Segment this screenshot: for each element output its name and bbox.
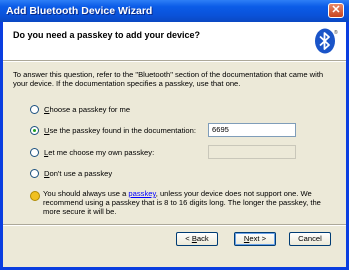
documentation-passkey-input[interactable]: 6695: [208, 123, 296, 137]
info-bulb-icon: [30, 191, 40, 201]
back-button[interactable]: < Back: [176, 232, 218, 246]
option-label: Use the passkey found in the documentati…: [44, 126, 196, 135]
option-label: Don't use a passkey: [44, 169, 113, 178]
bluetooth-icon: ®: [315, 28, 338, 54]
option-no-passkey[interactable]: Don't use a passkey: [30, 169, 112, 178]
option-choose-for-me[interactable]: Choose a passkey for me: [30, 105, 130, 114]
page-title: Do you need a passkey to add your device…: [13, 30, 201, 40]
radio-choose-for-me[interactable]: [30, 105, 39, 114]
wizard-window: Add Bluetooth Device Wizard ✕ Do you nee…: [0, 0, 349, 270]
radio-own-passkey[interactable]: [30, 148, 39, 157]
footer-divider: [3, 224, 346, 226]
wizard-body: Do you need a passkey to add your device…: [3, 22, 346, 267]
option-label: Let me choose my own passkey:: [44, 148, 155, 157]
header-divider: [3, 61, 346, 62]
wizard-header: Do you need a passkey to add your device…: [3, 22, 346, 61]
svg-text:®: ®: [334, 29, 338, 36]
passkey-recommendation: You should always use a passkey, unless …: [43, 189, 321, 216]
cancel-button[interactable]: Cancel: [289, 232, 331, 246]
window-title: Add Bluetooth Device Wizard: [6, 5, 153, 17]
close-button[interactable]: ✕: [328, 3, 344, 18]
own-passkey-input[interactable]: [208, 145, 296, 159]
instructions-text: To answer this question, refer to the "B…: [13, 70, 324, 88]
option-label: Choose a passkey for me: [44, 105, 131, 114]
option-documentation-passkey[interactable]: Use the passkey found in the documentati…: [30, 126, 196, 135]
next-button[interactable]: Next >: [234, 232, 276, 246]
passkey-link[interactable]: passkey: [128, 189, 155, 198]
option-own-passkey[interactable]: Let me choose my own passkey:: [30, 148, 154, 157]
radio-no-passkey[interactable]: [30, 169, 39, 178]
title-bar[interactable]: Add Bluetooth Device Wizard ✕: [0, 0, 349, 22]
radio-documentation-passkey[interactable]: [30, 126, 39, 135]
